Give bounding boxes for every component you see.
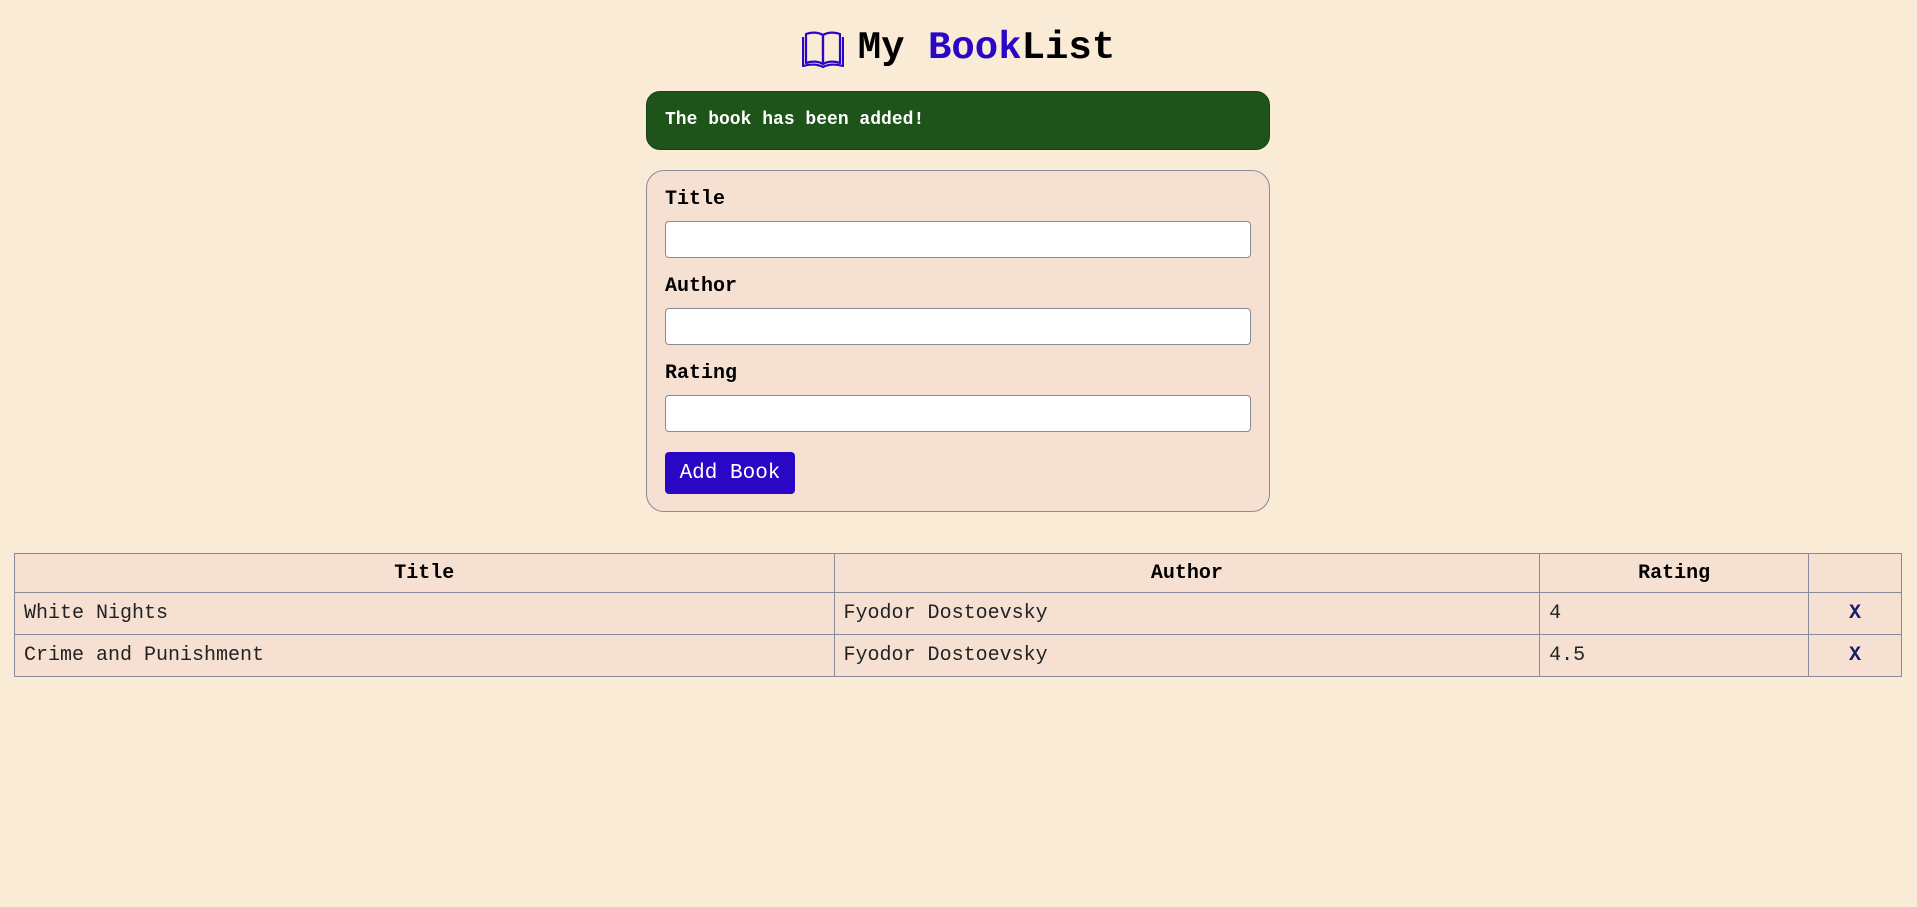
column-header-title: Title (14, 553, 835, 593)
table-header-row: Title Author Rating (14, 553, 1902, 593)
cell-delete: X (1808, 634, 1902, 677)
cell-rating: 4 (1539, 592, 1810, 635)
title-prefix: My (857, 26, 928, 70)
title-label: Title (665, 188, 726, 211)
cell-title: Crime and Punishment (14, 634, 835, 677)
add-book-button[interactable]: Add Book (665, 452, 795, 494)
author-input[interactable] (665, 308, 1251, 345)
alert-message: The book has been added! (665, 110, 925, 130)
column-header-author: Author (833, 553, 1541, 593)
title-suffix: List (1021, 26, 1116, 70)
title-input[interactable] (665, 221, 1251, 258)
book-table: Title Author Rating White Nights Fyodor … (14, 553, 1902, 677)
cell-title: White Nights (14, 592, 835, 635)
author-label: Author (665, 275, 738, 298)
page: My BookList The book has been added! Tit… (0, 0, 1917, 907)
cell-delete: X (1808, 592, 1902, 635)
column-header-actions (1808, 553, 1902, 593)
book-open-icon (801, 27, 844, 69)
cell-author: Fyodor Dostoevsky (833, 634, 1541, 677)
page-title: My BookList (858, 24, 1115, 72)
column-header-rating: Rating (1539, 553, 1810, 593)
rating-label: Rating (665, 362, 738, 385)
table-row: Crime and Punishment Fyodor Dostoevsky 4… (14, 634, 1902, 677)
delete-button[interactable]: X (1849, 644, 1861, 667)
add-book-form: Title Author Rating Add Book (646, 170, 1270, 512)
title-accent: Book (927, 26, 1022, 70)
delete-button[interactable]: X (1849, 602, 1861, 625)
success-alert: The book has been added! (646, 91, 1270, 150)
rating-input[interactable] (665, 395, 1251, 432)
cell-author: Fyodor Dostoevsky (833, 592, 1541, 635)
header: My BookList (0, 24, 1917, 72)
cell-rating: 4.5 (1539, 634, 1810, 677)
table-row: White Nights Fyodor Dostoevsky 4 X (14, 592, 1902, 635)
